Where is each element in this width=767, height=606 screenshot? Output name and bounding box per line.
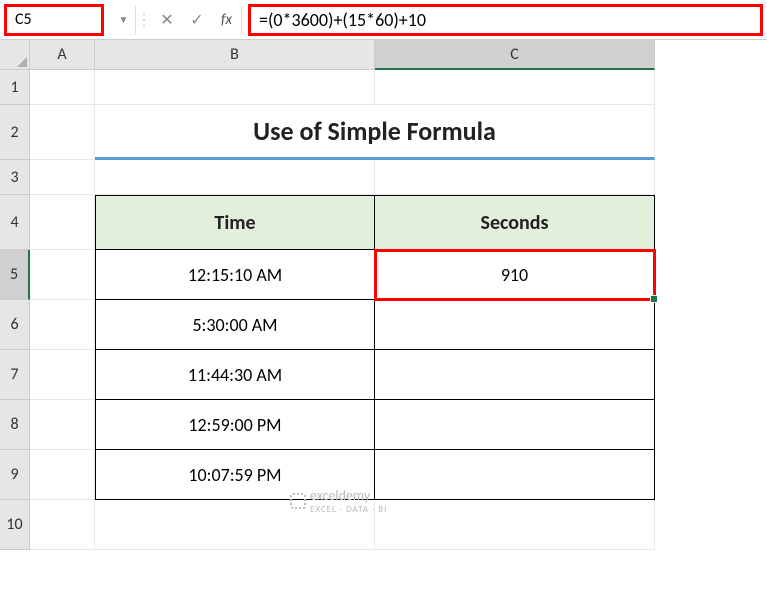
cell-b7[interactable]: 11:44:30 AM — [95, 350, 375, 400]
cell-c5-value: 910 — [501, 264, 528, 286]
row-header-5[interactable]: 5 — [0, 250, 30, 300]
col-header-c[interactable]: C — [375, 40, 655, 70]
fill-handle[interactable] — [650, 295, 658, 303]
watermark-icon — [290, 493, 306, 509]
formula-input[interactable]: =(0*3600)+(15*60)+10 — [248, 4, 763, 36]
col-header-a[interactable]: A — [30, 40, 95, 70]
row-header-4[interactable]: 4 — [0, 195, 30, 250]
cell-a5[interactable] — [30, 250, 95, 300]
row-header-9[interactable]: 9 — [0, 450, 30, 500]
cell-c6[interactable] — [375, 300, 655, 350]
cell-c7[interactable] — [375, 350, 655, 400]
row-header-2[interactable]: 2 — [0, 105, 30, 160]
watermark: exceldemy EXCEL · DATA · BI — [290, 487, 387, 515]
row-header-10[interactable]: 10 — [0, 500, 30, 550]
name-box[interactable]: C5 — [4, 4, 104, 36]
row-header-1[interactable]: 1 — [0, 70, 30, 105]
cells-area: Use of Simple Formula Time Seconds 12:15… — [30, 70, 767, 550]
cell-a7[interactable] — [30, 350, 95, 400]
cell-a10[interactable] — [30, 500, 95, 550]
cell-c3[interactable] — [375, 160, 655, 195]
row-header-8[interactable]: 8 — [0, 400, 30, 450]
watermark-tagline: EXCEL · DATA · BI — [310, 504, 387, 515]
watermark-brand: exceldemy — [310, 487, 370, 504]
separator-icon: ⋮ — [136, 5, 152, 35]
header-seconds[interactable]: Seconds — [375, 195, 655, 250]
row-header-7[interactable]: 7 — [0, 350, 30, 400]
header-time[interactable]: Time — [95, 195, 375, 250]
cell-b6[interactable]: 5:30:00 AM — [95, 300, 375, 350]
column-headers: A B C — [30, 40, 767, 70]
cell-b3[interactable] — [95, 160, 375, 195]
fx-icon[interactable]: fx — [212, 5, 242, 35]
spreadsheet-grid: 1 2 3 4 5 6 7 8 9 10 A B C — [0, 40, 767, 606]
row-header-3[interactable]: 3 — [0, 160, 30, 195]
cell-c5[interactable]: 910 — [375, 250, 655, 300]
cell-c10[interactable] — [375, 500, 655, 550]
cell-a9[interactable] — [30, 450, 95, 500]
formula-bar: C5 ▼ ⋮ ✕ ✓ fx =(0*3600)+(15*60)+10 — [0, 0, 767, 40]
cell-a3[interactable] — [30, 160, 95, 195]
select-all-corner[interactable] — [0, 40, 30, 70]
row-headers: 1 2 3 4 5 6 7 8 9 10 — [0, 70, 30, 550]
title-cell[interactable]: Use of Simple Formula — [95, 105, 655, 160]
row-header-6[interactable]: 6 — [0, 300, 30, 350]
cell-b1[interactable] — [95, 70, 375, 105]
name-box-dropdown[interactable]: ▼ — [112, 5, 136, 35]
cell-b5[interactable]: 12:15:10 AM — [95, 250, 375, 300]
cell-a8[interactable] — [30, 400, 95, 450]
cell-c1[interactable] — [375, 70, 655, 105]
col-header-b[interactable]: B — [95, 40, 375, 70]
cell-b8[interactable]: 12:59:00 PM — [95, 400, 375, 450]
cell-a6[interactable] — [30, 300, 95, 350]
cell-c9[interactable] — [375, 450, 655, 500]
cell-a4[interactable] — [30, 195, 95, 250]
cancel-icon[interactable]: ✕ — [152, 5, 182, 35]
cell-c8[interactable] — [375, 400, 655, 450]
cell-a1[interactable] — [30, 70, 95, 105]
cell-a2[interactable] — [30, 105, 95, 160]
enter-icon[interactable]: ✓ — [182, 5, 212, 35]
